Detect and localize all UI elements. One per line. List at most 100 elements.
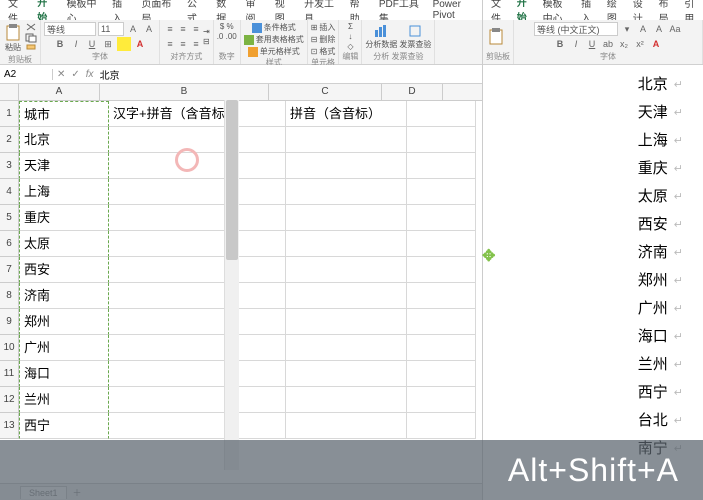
- excel-vertical-scrollbar[interactable]: [224, 100, 239, 470]
- bold-icon[interactable]: B: [53, 37, 67, 51]
- word-line[interactable]: 广州↵: [483, 295, 703, 323]
- cell-A2[interactable]: 北京: [19, 127, 109, 153]
- col-header-c[interactable]: C: [269, 84, 382, 100]
- cell-C12[interactable]: [286, 387, 407, 413]
- cell-D4[interactable]: [407, 179, 476, 205]
- cell-A13[interactable]: 西宁: [19, 413, 109, 439]
- word-underline-icon[interactable]: U: [585, 37, 599, 51]
- cell-C7[interactable]: [286, 257, 407, 283]
- increase-font-icon[interactable]: A: [126, 22, 140, 36]
- cell-B11[interactable]: [109, 361, 286, 387]
- cell-B9[interactable]: [109, 309, 286, 335]
- word-font-size[interactable]: ▾: [620, 22, 634, 36]
- row-header[interactable]: 1: [0, 101, 19, 127]
- spreadsheet-grid[interactable]: A B C D 1城市汉字+拼音（含音标）拼音（含音标）2北京3天津4上海5重庆…: [0, 84, 482, 483]
- word-sup-icon[interactable]: x²: [633, 37, 647, 51]
- cell-C3[interactable]: [286, 153, 407, 179]
- currency-icon[interactable]: $ %: [220, 22, 234, 31]
- cell-C2[interactable]: [286, 127, 407, 153]
- format-label[interactable]: 格式: [319, 46, 335, 57]
- cell-D3[interactable]: [407, 153, 476, 179]
- word-line[interactable]: 海口↵: [483, 323, 703, 351]
- cell-style-label[interactable]: 单元格样式: [260, 46, 300, 57]
- row-header[interactable]: 11: [0, 361, 19, 387]
- cell-D7[interactable]: [407, 257, 476, 283]
- cell-B10[interactable]: [109, 335, 286, 361]
- cond-format-label[interactable]: 条件格式: [264, 22, 296, 33]
- cell-D9[interactable]: [407, 309, 476, 335]
- analyze-icon[interactable]: [374, 24, 388, 38]
- cell-C4[interactable]: [286, 179, 407, 205]
- formula-input[interactable]: 北京: [100, 67, 120, 82]
- cell-A9[interactable]: 郑州: [19, 309, 109, 335]
- table-format-label[interactable]: 套用表格格式: [256, 34, 304, 45]
- col-header-a[interactable]: A: [19, 84, 100, 100]
- word-paste-button[interactable]: [486, 28, 506, 46]
- row-header[interactable]: 9: [0, 309, 19, 335]
- cond-format-icon[interactable]: [252, 23, 262, 33]
- scrollbar-thumb[interactable]: [226, 100, 238, 260]
- cell-D6[interactable]: [407, 231, 476, 257]
- cell-A10[interactable]: 广州: [19, 335, 109, 361]
- font-color-icon[interactable]: A: [133, 37, 147, 51]
- cell-A11[interactable]: 海口: [19, 361, 109, 387]
- row-header[interactable]: 3: [0, 153, 19, 179]
- word-bold-icon[interactable]: B: [553, 37, 567, 51]
- format-painter-icon[interactable]: [25, 44, 37, 54]
- cell-A1[interactable]: 城市: [19, 101, 109, 127]
- select-all-corner[interactable]: [0, 84, 19, 100]
- row-header[interactable]: 8: [0, 283, 19, 309]
- border-icon[interactable]: ⊞: [101, 37, 115, 51]
- word-line[interactable]: 北京↵: [483, 71, 703, 99]
- split-move-handle[interactable]: ✥: [482, 246, 495, 266]
- row-header[interactable]: 12: [0, 387, 19, 413]
- cell-A3[interactable]: 天津: [19, 153, 109, 179]
- cell-D10[interactable]: [407, 335, 476, 361]
- cell-B8[interactable]: [109, 283, 286, 309]
- align-top-right-icon[interactable]: ≡: [189, 22, 203, 36]
- decrease-font-icon[interactable]: A: [142, 22, 156, 36]
- fill-icon[interactable]: ↓: [348, 32, 352, 41]
- word-line[interactable]: 西安↵: [483, 211, 703, 239]
- cell-A6[interactable]: 太原: [19, 231, 109, 257]
- cell-B3[interactable]: [109, 153, 286, 179]
- format-cell-icon[interactable]: ⊡: [311, 47, 318, 56]
- word-strike-icon[interactable]: ab: [601, 37, 615, 51]
- word-line[interactable]: 西宁↵: [483, 379, 703, 407]
- cell-A7[interactable]: 西安: [19, 257, 109, 283]
- delete-label[interactable]: 删除: [319, 34, 335, 45]
- fx-icon[interactable]: fx: [86, 69, 94, 80]
- cell-D11[interactable]: [407, 361, 476, 387]
- cell-A5[interactable]: 重庆: [19, 205, 109, 231]
- align-left-icon[interactable]: ≡: [163, 37, 177, 51]
- delete-cell-icon[interactable]: ⊟: [311, 35, 318, 44]
- invoice-icon[interactable]: [408, 24, 422, 38]
- word-line[interactable]: 天津↵: [483, 99, 703, 127]
- cell-D5[interactable]: [407, 205, 476, 231]
- cell-B5[interactable]: [109, 205, 286, 231]
- word-dec-font-icon[interactable]: A: [652, 22, 666, 36]
- cell-B2[interactable]: [109, 127, 286, 153]
- cell-C5[interactable]: [286, 205, 407, 231]
- word-line[interactable]: 郑州↵: [483, 267, 703, 295]
- cell-B7[interactable]: [109, 257, 286, 283]
- merge-icon[interactable]: ⊟: [203, 37, 210, 46]
- underline-icon[interactable]: U: [85, 37, 99, 51]
- insert-label[interactable]: 插入: [319, 22, 335, 33]
- cell-D13[interactable]: [407, 413, 476, 439]
- row-header[interactable]: 4: [0, 179, 19, 205]
- table-format-icon[interactable]: [244, 35, 254, 45]
- word-inc-font-icon[interactable]: A: [636, 22, 650, 36]
- cell-B4[interactable]: [109, 179, 286, 205]
- word-document[interactable]: 北京↵天津↵上海↵重庆↵太原↵西安↵济南↵郑州↵广州↵海口↵兰州↵西宁↵台北↵南…: [483, 65, 703, 500]
- col-header-d[interactable]: D: [382, 84, 443, 100]
- cell-B1[interactable]: 汉字+拼音（含音标）: [109, 101, 286, 127]
- word-sub-icon[interactable]: x₂: [617, 37, 631, 51]
- row-header[interactable]: 6: [0, 231, 19, 257]
- cell-C9[interactable]: [286, 309, 407, 335]
- word-font-color-icon[interactable]: A: [649, 37, 663, 51]
- clear-icon[interactable]: ◇: [347, 42, 353, 51]
- cell-A4[interactable]: 上海: [19, 179, 109, 205]
- cell-C8[interactable]: [286, 283, 407, 309]
- align-top-center-icon[interactable]: ≡: [176, 22, 190, 36]
